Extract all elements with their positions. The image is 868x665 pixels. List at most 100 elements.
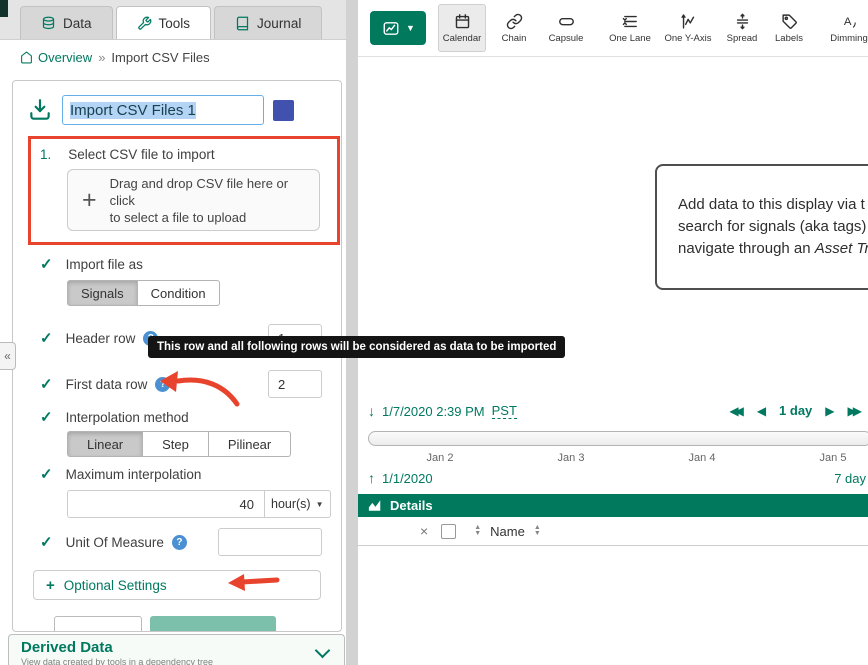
plus-icon: +: [46, 577, 55, 594]
tab-journal-label: Journal: [257, 16, 301, 31]
sort-icon[interactable]: ▲▼: [534, 525, 541, 537]
details-panel-header: Details: [358, 494, 868, 517]
range-start-text: 1/7/2020 2:39 PM: [382, 404, 485, 419]
step-1-label: Select CSV file to import: [68, 147, 214, 162]
pilinear-toggle-button[interactable]: Pilinear: [209, 431, 291, 457]
toolbar-button-dimming[interactable]: A Dimming: [824, 4, 868, 52]
max-interp-input[interactable]: [67, 490, 265, 518]
step-backward-icon[interactable]: ◀: [757, 404, 766, 418]
overview-icon: [20, 51, 33, 64]
check-icon: ✓: [40, 255, 53, 273]
wrench-icon: [137, 16, 152, 31]
color-swatch-button[interactable]: [273, 100, 294, 121]
step-number: 1.: [40, 147, 51, 162]
timeline-tick: Jan 4: [689, 452, 716, 464]
toolbar-button-one-y-axis[interactable]: One Y-Axis: [660, 4, 716, 52]
header-row-label: Header row: [66, 331, 136, 346]
optional-settings-toggle[interactable]: + Optional Settings: [33, 570, 321, 600]
app-window: Data Tools Journal Overview: [0, 0, 868, 665]
sort-icon[interactable]: ▲▼: [474, 525, 481, 537]
breadcrumb-separator: »: [98, 50, 105, 65]
breadcrumb-overview-label: Overview: [38, 50, 92, 65]
timeline-scrollbar[interactable]: [368, 431, 868, 446]
toolbar-button-one-lane[interactable]: One Lane: [604, 4, 656, 52]
tab-tools[interactable]: Tools: [116, 6, 212, 39]
one-lane-icon: [622, 13, 639, 30]
display-pane: ▼ Calendar Chain Capsule: [358, 0, 868, 665]
view-selector-button[interactable]: ▼: [370, 11, 426, 45]
optional-settings-label: Optional Settings: [64, 578, 167, 593]
investigate-range-start-link[interactable]: ↑ 1/1/2020: [368, 470, 433, 486]
toolbar-button-label: Chain: [502, 33, 527, 44]
toolbar-button-capsule[interactable]: Capsule: [542, 4, 590, 52]
help-icon[interactable]: ?: [155, 377, 170, 392]
cancel-button[interactable]: [54, 616, 142, 632]
breadcrumb-overview-link[interactable]: Overview: [20, 50, 92, 65]
unit-label: hour(s): [271, 497, 311, 511]
timezone-label[interactable]: PST: [492, 403, 517, 419]
details-table-header: × ▲▼ Name ▲▼: [358, 517, 868, 546]
first-data-row-label: First data row: [66, 377, 148, 392]
pane-divider[interactable]: [346, 0, 358, 665]
tab-data[interactable]: Data: [20, 6, 113, 39]
import-type-toggle: Signals Condition: [67, 280, 327, 306]
add-data-help-box: Add data to this display via t search fo…: [655, 164, 868, 290]
arrow-up-icon: ↑: [368, 470, 375, 486]
help-line: Add data to this display via t: [678, 194, 868, 216]
uom-field: ✓ Unit Of Measure ?: [27, 528, 327, 556]
tab-journal[interactable]: Journal: [214, 6, 322, 39]
toolbar-button-calendar[interactable]: Calendar: [438, 4, 486, 52]
caret-down-icon: ▼: [406, 23, 415, 33]
tab-tools-label: Tools: [159, 16, 191, 31]
toolbar-button-chain[interactable]: Chain: [490, 4, 538, 52]
check-icon: ✓: [40, 408, 53, 426]
step-1-header: 1. Select CSV file to import: [40, 147, 327, 162]
help-line: search for signals (aka tags): [678, 216, 868, 238]
remove-icon[interactable]: ×: [420, 523, 428, 539]
import-file-as-row: ✓ Import file as: [27, 255, 327, 273]
corner-accent: [0, 0, 8, 17]
csv-dropzone[interactable]: + Drag and drop CSV file here or click t…: [67, 169, 320, 231]
uom-labels: ✓ Unit Of Measure: [27, 533, 164, 551]
tab-data-label: Data: [63, 16, 92, 31]
derived-data-title: Derived Data: [21, 639, 332, 656]
fast-backward-icon[interactable]: ◀◀: [729, 404, 743, 418]
execute-button[interactable]: [150, 616, 276, 632]
import-icon: [27, 97, 53, 123]
toolbar-button-label: Calendar: [443, 33, 482, 44]
signals-toggle-button[interactable]: Signals: [67, 280, 138, 306]
left-panel: Data Tools Journal Overview: [0, 0, 346, 665]
step-forward-icon[interactable]: ▶: [825, 404, 834, 418]
toolbar-button-label: Dimming: [830, 33, 867, 44]
condition-toggle-button[interactable]: Condition: [138, 280, 220, 306]
time-step-label[interactable]: 1 day: [779, 403, 812, 418]
fast-forward-icon[interactable]: ▶▶: [848, 404, 862, 418]
max-interp-group: hour(s) ▼: [67, 490, 298, 518]
name-column-header: Name: [490, 524, 525, 539]
max-interp-unit-select[interactable]: hour(s) ▼: [265, 490, 331, 518]
uom-input[interactable]: [218, 528, 322, 556]
derived-data-section[interactable]: Derived Data View data created by tools …: [8, 634, 345, 665]
help-line: navigate through an Asset Tre: [678, 238, 868, 260]
import-file-as-label: Import file as: [66, 257, 143, 272]
toolbar-button-spread[interactable]: Spread: [720, 4, 764, 52]
spread-icon: [734, 13, 751, 30]
step-toggle-button[interactable]: Step: [143, 431, 209, 457]
svg-text:A: A: [843, 16, 851, 28]
check-icon: ✓: [40, 533, 53, 551]
range-duration-link[interactable]: 7 day: [834, 471, 866, 486]
trend-icon: [381, 20, 401, 37]
tool-name-input[interactable]: Import CSV Files 1: [62, 95, 264, 125]
linear-toggle-button[interactable]: Linear: [67, 431, 143, 457]
collapse-panel-handle[interactable]: «: [0, 342, 16, 370]
toolbar-button-labels[interactable]: Labels: [768, 4, 810, 52]
toolbar-button-label: Labels: [775, 33, 803, 44]
help-icon[interactable]: ?: [172, 535, 187, 550]
database-icon: [41, 16, 56, 31]
chain-icon: [506, 13, 523, 30]
dimming-icon: A: [841, 13, 858, 30]
select-all-checkbox[interactable]: [441, 524, 456, 539]
first-data-row-input[interactable]: [268, 370, 322, 398]
display-range-start-link[interactable]: ↓ 1/7/2020 2:39 PM PST: [368, 403, 517, 419]
panel-tab-bar: Data Tools Journal: [0, 0, 346, 40]
